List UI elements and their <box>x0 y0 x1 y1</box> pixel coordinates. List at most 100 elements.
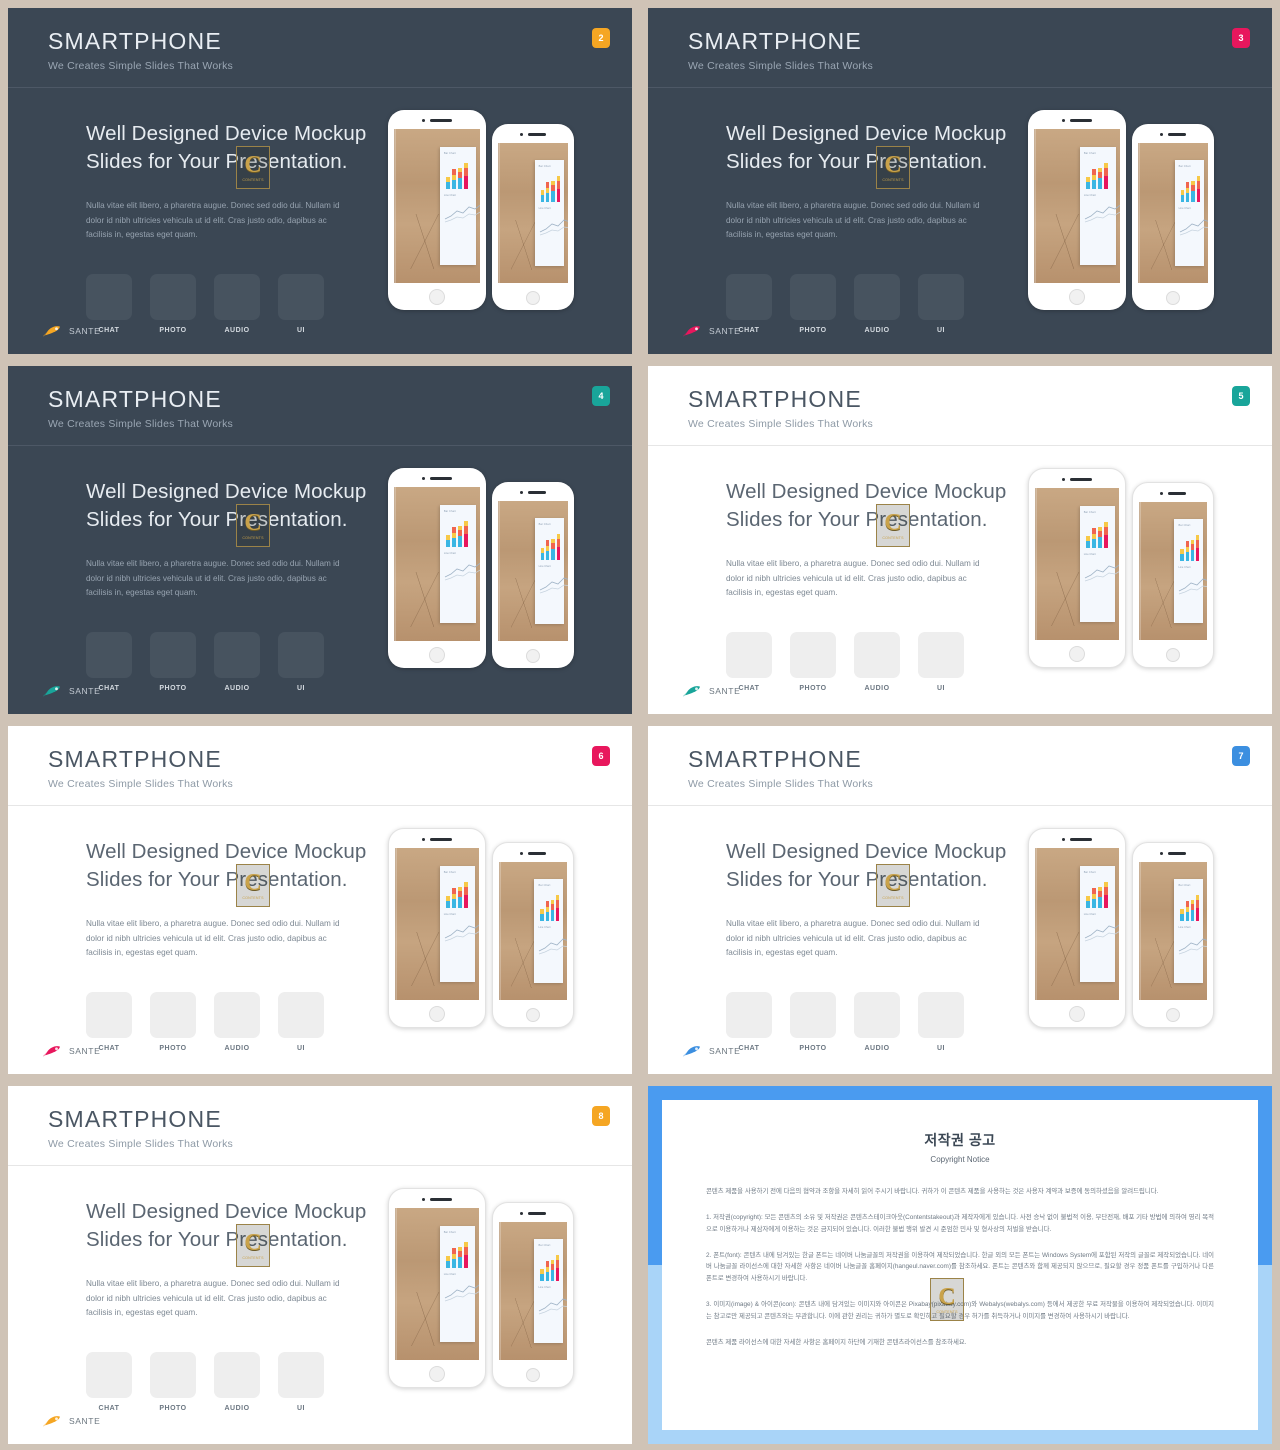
chat-icon[interactable] <box>86 992 132 1039</box>
photo-icon[interactable] <box>150 632 196 679</box>
feature-tile-ui[interactable]: UI <box>278 992 324 1052</box>
photo-icon[interactable] <box>150 1352 196 1399</box>
feature-tile-photo[interactable]: PHOTO <box>150 992 196 1052</box>
feature-tile-ui[interactable]: UI <box>278 274 324 334</box>
feature-tile-label: UI <box>937 1045 945 1053</box>
headline: Well Designed Device Mockup Slides for Yo… <box>86 480 367 531</box>
ui-icon[interactable] <box>918 992 964 1039</box>
home-button-icon <box>1166 1008 1180 1022</box>
home-button-icon <box>429 647 445 663</box>
mini-bar <box>1097 887 1102 909</box>
slide-number-badge[interactable]: 8 <box>592 1106 610 1126</box>
feature-tile-audio[interactable]: AUDIO <box>214 274 260 334</box>
feature-tile-audio[interactable]: AUDIO <box>854 992 900 1052</box>
mini-bar <box>445 896 450 909</box>
slide-8[interactable]: SMARTPHONE We Creates Simple Slides That… <box>8 1086 632 1444</box>
feature-tile-label: UI <box>297 327 305 335</box>
slide-7[interactable]: SMARTPHONE We Creates Simple Slides That… <box>648 726 1272 1074</box>
chat-icon[interactable] <box>86 1352 132 1399</box>
audio-icon[interactable] <box>214 274 260 321</box>
phone-camera-row <box>1133 852 1213 855</box>
audio-icon[interactable] <box>854 274 900 321</box>
feature-tile-ui[interactable]: UI <box>918 632 964 692</box>
mini-bar <box>463 521 468 548</box>
slide-5[interactable]: SMARTPHONE We Creates Simple Slides That… <box>648 366 1272 714</box>
ui-icon[interactable] <box>278 632 324 679</box>
chart-card: Bar Chart Line Chart <box>534 878 567 984</box>
audio-icon[interactable] <box>214 632 260 679</box>
feature-tile-ui[interactable]: UI <box>918 992 964 1052</box>
photo-icon[interactable] <box>150 274 196 321</box>
feature-tile-audio[interactable]: AUDIO <box>214 632 260 692</box>
photo-icon[interactable] <box>790 274 836 321</box>
photo-icon[interactable] <box>790 992 836 1039</box>
slide-4[interactable]: SMARTPHONE We Creates Simple Slides That… <box>8 366 632 714</box>
brand-logo: SANTE <box>682 1044 740 1058</box>
slide-number-badge[interactable]: 5 <box>1232 386 1250 406</box>
feature-tile-audio[interactable]: AUDIO <box>854 632 900 692</box>
home-button-icon <box>526 291 540 305</box>
feature-tile-row: CHAT PHOTO AUDIO UI <box>726 632 1026 692</box>
mini-bar <box>545 539 550 560</box>
mini-bar <box>451 888 456 909</box>
chart-card-label-bottom: Line Chart <box>538 1285 551 1289</box>
feature-tile-label: AUDIO <box>224 685 250 693</box>
ui-icon[interactable] <box>278 274 324 321</box>
mini-bar <box>555 894 560 921</box>
mini-bar-segment <box>551 190 555 202</box>
feature-tile-audio[interactable]: AUDIO <box>214 1352 260 1412</box>
body-paragraph: Nulla vitae elit libero, a pharetra augu… <box>86 919 340 958</box>
copyright-item-2: 2. 폰트(font): 콘텐츠 내에 담겨있는 한글 폰트는 네이버 나눔글꼴… <box>706 1251 1214 1283</box>
ui-icon[interactable] <box>278 1352 324 1399</box>
mini-bar <box>1085 536 1090 549</box>
feature-tile-photo[interactable]: PHOTO <box>790 632 836 692</box>
feature-tile-photo[interactable]: PHOTO <box>790 274 836 334</box>
ui-icon[interactable] <box>278 992 324 1039</box>
slide-2[interactable]: SMARTPHONE We Creates Simple Slides That… <box>8 8 632 354</box>
mini-bar <box>1185 900 1189 921</box>
slide-header: SMARTPHONE We Creates Simple Slides That… <box>648 726 1272 806</box>
chat-icon[interactable] <box>726 632 772 679</box>
slide-body: Well Designed Device Mockup Slides for Yo… <box>648 446 1272 714</box>
feature-tile-photo[interactable]: PHOTO <box>150 274 196 334</box>
feature-tile-ui[interactable]: UI <box>278 1352 324 1412</box>
photo-icon[interactable] <box>790 632 836 679</box>
slide-number-badge[interactable]: 7 <box>1232 746 1250 766</box>
phone-screen: Bar Chart Line Chart <box>499 862 567 1000</box>
chat-icon[interactable] <box>86 632 132 679</box>
audio-icon[interactable] <box>214 1352 260 1399</box>
slide-number-badge[interactable]: 3 <box>1232 28 1250 48</box>
feature-tile-ui[interactable]: UI <box>278 632 324 692</box>
chat-icon[interactable] <box>86 274 132 321</box>
audio-icon[interactable] <box>214 992 260 1039</box>
feature-tile-chat[interactable]: CHAT <box>86 1352 132 1412</box>
headline: Well Designed Device Mockup Slides for Yo… <box>86 1200 367 1251</box>
slide-number-badge[interactable]: 6 <box>592 746 610 766</box>
slide-3[interactable]: SMARTPHONE We Creates Simple Slides That… <box>648 8 1272 354</box>
audio-icon[interactable] <box>854 632 900 679</box>
audio-icon[interactable] <box>854 992 900 1039</box>
chat-icon[interactable] <box>726 992 772 1039</box>
ui-icon[interactable] <box>918 632 964 679</box>
mini-bar-segment <box>555 899 560 908</box>
feature-tile-photo[interactable]: PHOTO <box>790 992 836 1052</box>
chart-card-label-bottom: Line Chart <box>443 1273 456 1277</box>
chat-icon[interactable] <box>726 274 772 321</box>
phone-screen: Bar Chart Line Chart <box>1034 129 1120 283</box>
feature-tile-photo[interactable]: PHOTO <box>150 1352 196 1412</box>
speaker-icon <box>528 133 546 136</box>
slide-6[interactable]: SMARTPHONE We Creates Simple Slides That… <box>8 726 632 1074</box>
feature-tile-audio[interactable]: AUDIO <box>854 274 900 334</box>
rocket-icon <box>682 324 704 338</box>
feature-tile-audio[interactable]: AUDIO <box>214 992 260 1052</box>
slide-number-badge[interactable]: 4 <box>592 386 610 406</box>
ui-icon[interactable] <box>918 274 964 321</box>
slide-number-badge[interactable]: 2 <box>592 28 610 48</box>
feature-tile-photo[interactable]: PHOTO <box>150 632 196 692</box>
photo-icon[interactable] <box>150 992 196 1039</box>
feature-tile-ui[interactable]: UI <box>918 274 964 334</box>
mini-bar-segment <box>1103 168 1108 177</box>
mini-bar-segment <box>540 194 544 202</box>
mini-bar-chart <box>538 891 560 921</box>
mini-bar-segment <box>463 168 468 177</box>
